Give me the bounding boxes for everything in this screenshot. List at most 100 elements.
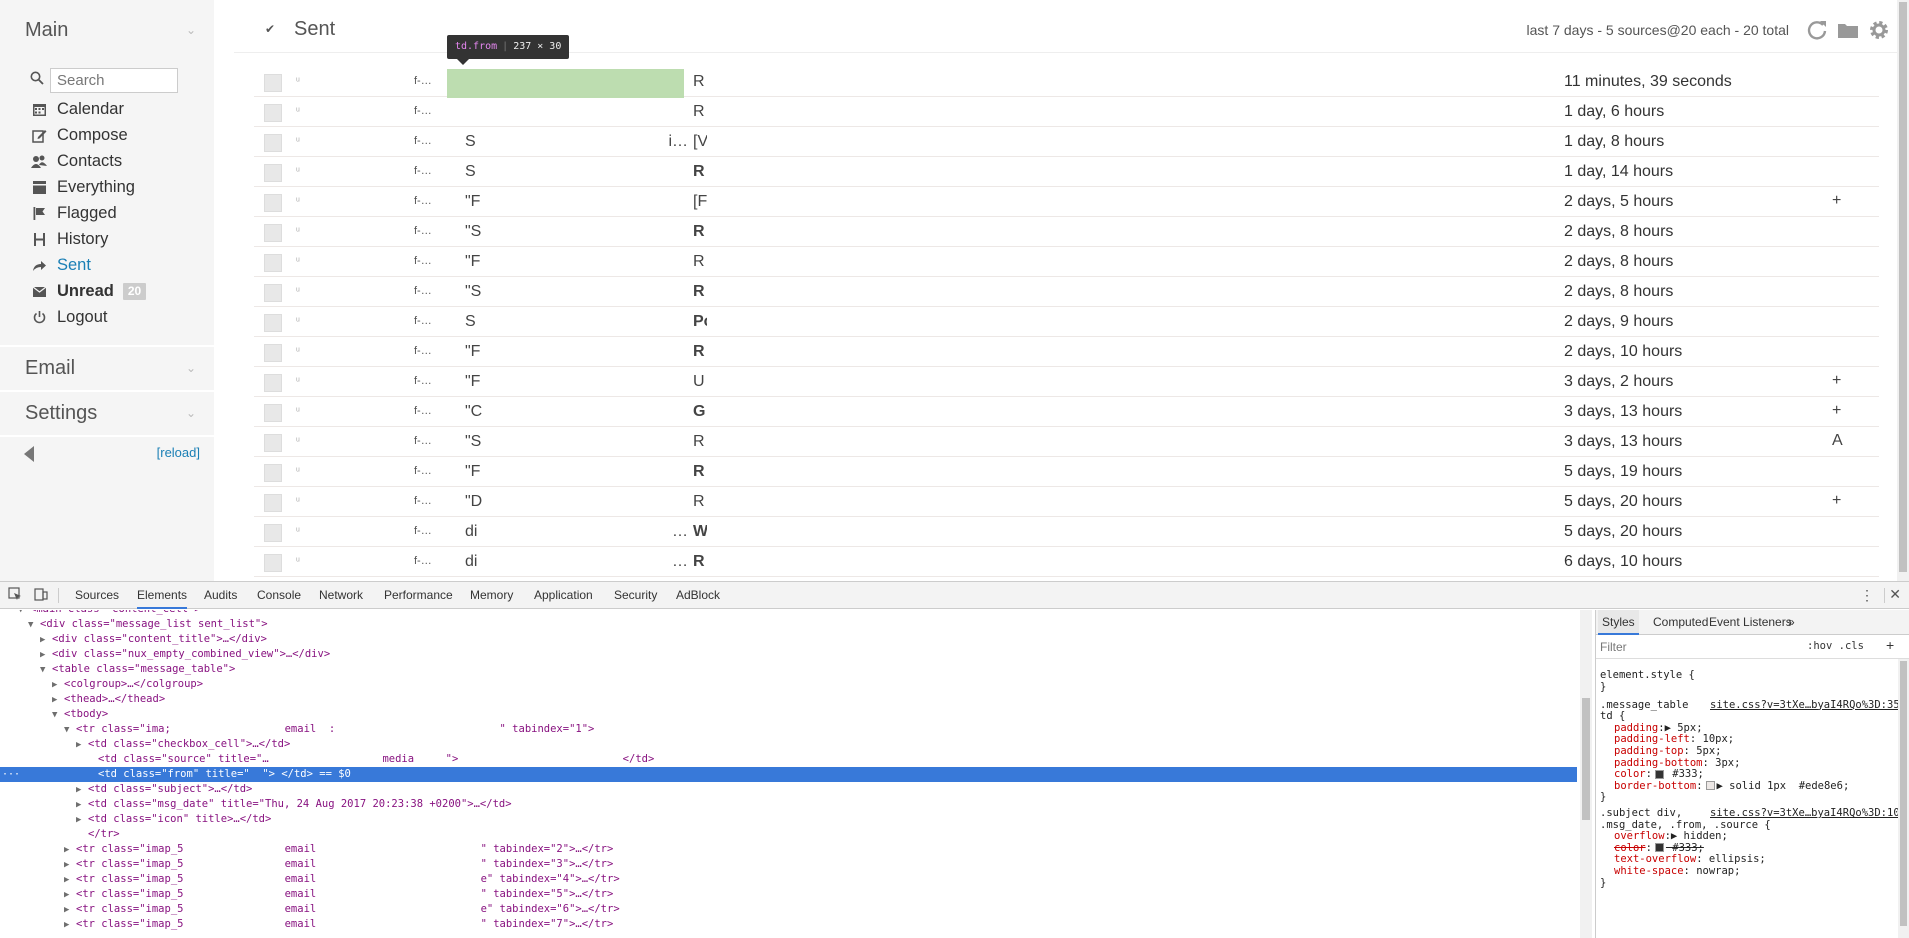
sidebar-item-unread[interactable]: Unread 20 [30,280,147,302]
table-row[interactable]: ᵘ f-… di … R 6 days, 10 hours [254,547,1879,577]
inspect-element-icon[interactable] [6,587,24,603]
reload-link[interactable]: [reload] [157,445,200,460]
row-checkbox[interactable] [264,164,282,182]
row-checkbox[interactable] [264,434,282,452]
more-menu-icon[interactable]: ⋮ [1860,587,1874,604]
tab-audits[interactable]: Audits [204,582,237,609]
more-tabs-icon[interactable]: » [1788,610,1795,635]
tab-console[interactable]: Console [257,582,301,609]
sidebar-item-flagged[interactable]: Flagged [30,202,117,224]
search-input[interactable] [50,68,178,93]
sidebar-section-settings[interactable]: Settings ⌄ [0,393,214,433]
tab-memory[interactable]: Memory [470,582,513,609]
table-row[interactable]: ᵘ f-… "S R 3 days, 13 hours A [254,427,1879,457]
table-row[interactable]: ᵘ f-… R 1 day, 6 hours [254,97,1879,127]
hov-toggle[interactable]: :hov .cls [1807,640,1864,652]
color-swatch[interactable] [1654,769,1664,779]
expand-arrow-icon[interactable]: ▶ [64,888,76,903]
row-checkbox[interactable] [264,464,282,482]
dom-node[interactable]: ▶ <tr class="imap_5 email " tabindex="7">… [0,917,1577,932]
table-row[interactable]: ᵘ f-… "S R 2 days, 8 hours [254,277,1879,307]
tab-event-listeners[interactable]: Event Listeners [1709,610,1792,635]
expand-arrow-icon[interactable]: ▶ [64,873,76,888]
new-rule-icon[interactable]: + [1886,637,1894,653]
table-row[interactable]: ᵘ f-… "S R 2 days, 8 hours [254,217,1879,247]
scrollbar-thumb[interactable] [1582,698,1590,820]
row-checkbox[interactable] [264,194,282,212]
dom-node[interactable]: ▶ <td class="icon" title>…</td> [0,812,1577,827]
checkmark-icon[interactable]: ✔ [265,23,277,35]
expand-arrow-icon[interactable]: ▼ [52,708,64,723]
stylesheet-link[interactable]: site.css?v=3tXe…byaI4RQo%3D:35 [1710,698,1900,712]
sidebar-item-everything[interactable]: Everything [30,176,135,198]
row-checkbox[interactable] [264,344,282,362]
sidebar-section-email[interactable]: Email ⌄ [0,348,214,388]
collapse-arrow-icon[interactable] [24,446,34,462]
dom-node[interactable]: ▶ <tr class="imap_5 email " tabindex="3">… [0,857,1577,872]
tab-computed[interactable]: Computed [1653,610,1708,635]
table-row[interactable]: ᵘ f-… di … W 5 days, 20 hours [254,517,1879,547]
table-row[interactable]: ᵘ f-… S Pc 2 days, 9 hours [254,307,1879,337]
table-row[interactable]: ᵘ f-… "F [F 2 days, 5 hours + [254,187,1879,217]
sidebar-section-main[interactable]: Main ⌄ [0,10,214,50]
folder-icon[interactable] [1836,18,1860,42]
dom-node[interactable]: ▶ <div class="nux_empty_combined_view">…<… [0,647,1577,662]
table-row[interactable]: ᵘ f-… "F U 3 days, 2 hours + [254,367,1879,397]
row-checkbox[interactable] [264,284,282,302]
table-row[interactable]: ᵘ f-… "C G 3 days, 13 hours + [254,397,1879,427]
scrollbar-thumb[interactable] [1900,661,1907,926]
dom-node[interactable]: ▶ <td class="checkbox_cell">…</td> [0,737,1577,752]
css-property[interactable]: white-space: nowrap; [1614,864,1740,878]
expand-arrow-icon[interactable]: ▶ [64,903,76,918]
row-checkbox[interactable] [264,404,282,422]
table-row[interactable]: ᵘ f-… Si… [V 1 day, 8 hours [254,127,1879,157]
dom-node[interactable]: ▶ <tr class="imap_5 email " tabindex="2">… [0,842,1577,857]
dom-node[interactable]: ▶ <td class="msg_date" title="Thu, 24 Aug… [0,797,1577,812]
color-swatch[interactable] [1705,781,1715,791]
row-checkbox[interactable] [264,74,282,92]
expand-arrow-icon[interactable]: ▼ [64,723,76,738]
row-checkbox[interactable] [264,104,282,122]
tab-styles[interactable]: Styles [1598,610,1639,635]
dom-node[interactable]: ▼<main class="content_cell"> [0,610,1577,617]
scrollbar-thumb[interactable] [1899,2,1907,572]
scrollbar[interactable] [1580,610,1592,938]
table-row[interactable]: ᵘ f-… "D R 5 days, 20 hours + [254,487,1879,517]
expand-arrow-icon[interactable]: ▶ [40,648,52,663]
dom-node[interactable]: ▼ <div class="message_list sent_list"> [0,617,1577,632]
close-icon[interactable]: ✕ [1889,586,1901,603]
dom-node[interactable]: ▶ <div class="content_title">…</div> [0,632,1577,647]
expand-arrow-icon[interactable]: ▶ [40,633,52,648]
row-checkbox[interactable] [264,314,282,332]
tab-elements[interactable]: Elements [137,582,188,609]
tab-application[interactable]: Application [534,582,593,609]
sidebar-item-compose[interactable]: Compose [30,124,128,146]
row-checkbox[interactable] [264,524,282,542]
more-dots-icon[interactable]: ··· [2,767,20,782]
filter-input[interactable]: Filter [1600,640,1627,654]
sidebar-item-calendar[interactable]: Calendar [30,98,124,120]
expand-arrow-icon[interactable]: ▶ [76,813,88,828]
device-toolbar-icon[interactable] [32,587,50,603]
row-checkbox[interactable] [264,554,282,572]
row-checkbox[interactable] [264,134,282,152]
row-checkbox[interactable] [264,374,282,392]
dom-node-selected[interactable]: <td class="from" title=" "> </td> == $0 ·… [0,767,1577,782]
expand-arrow-icon[interactable]: ▶ [64,843,76,858]
tab-adblock[interactable]: AdBlock [676,582,720,609]
dom-node[interactable]: </tr> [0,827,1577,842]
dom-node[interactable]: ▶ <colgroup>…</colgroup> [0,677,1577,692]
dom-node[interactable]: ▶ <tr class="imap_5 email e" tabindex="6"… [0,902,1577,917]
dom-node[interactable]: ▶ <td class="subject">…</td> [0,782,1577,797]
dom-node[interactable]: ▼ <table class="message_table"> [0,662,1577,677]
dom-node[interactable]: ▶ <tr class="imap_5 email " tabindex="5">… [0,887,1577,902]
expand-arrow-icon[interactable]: ▶ [76,738,88,753]
expand-arrow-icon[interactable]: ▶ [52,678,64,693]
table-row[interactable]: ᵘ f-… "F R 2 days, 8 hours [254,247,1879,277]
expand-arrow-icon[interactable]: ▶ [64,858,76,873]
sidebar-item-logout[interactable]: Logout [30,306,107,328]
expand-arrow-icon[interactable]: ▶ [76,783,88,798]
expand-arrow-icon[interactable]: ▶ [52,693,64,708]
sidebar-item-sent[interactable]: Sent [30,254,91,276]
refresh-icon[interactable] [1805,18,1829,42]
